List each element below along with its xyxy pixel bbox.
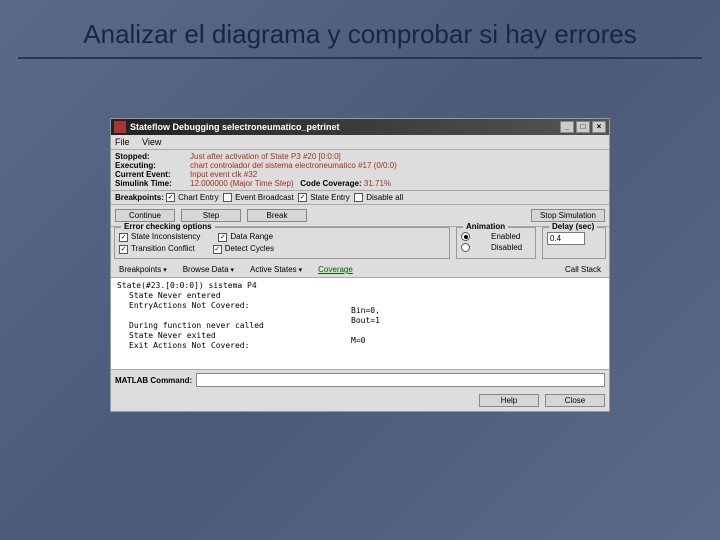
breakpoints-row: Breakpoints: Chart Entry Event Broadcast… bbox=[111, 191, 609, 205]
maximize-button[interactable]: □ bbox=[576, 121, 590, 133]
menu-file[interactable]: File bbox=[115, 137, 130, 147]
state-inconsistency-checkbox[interactable] bbox=[119, 233, 128, 242]
detect-cycles-checkbox[interactable] bbox=[213, 245, 222, 254]
content-bout: Bout=1 bbox=[351, 316, 380, 326]
coverage-content: State(#23.[0:0:0]) sistema P4 State Neve… bbox=[111, 278, 609, 370]
slide-title: Analizar el diagrama y comprobar si hay … bbox=[0, 0, 720, 55]
animation-disabled-radio[interactable] bbox=[461, 243, 470, 252]
simulink-time-value: 12.000000 (Major Time Step) bbox=[190, 179, 294, 188]
simulink-time-row: 12.000000 (Major Time Step) Code Coverag… bbox=[190, 179, 605, 188]
tab-call-stack[interactable]: Call Stack bbox=[561, 264, 605, 275]
stopped-value: Just after activation of State P3 #20 [0… bbox=[190, 152, 605, 161]
simulink-time-label: Simulink Time: bbox=[115, 179, 190, 188]
current-event-value: Input event clk #32 bbox=[190, 170, 605, 179]
content-m: M=0 bbox=[351, 336, 380, 346]
menu-view[interactable]: View bbox=[142, 137, 161, 147]
content-bin: Bin=0, bbox=[351, 306, 380, 316]
matlab-command-input[interactable] bbox=[196, 373, 605, 387]
disable-all-label: Disable all bbox=[366, 193, 403, 202]
menubar: File View bbox=[111, 135, 609, 150]
matlab-command-row: MATLAB Command: bbox=[111, 370, 609, 390]
error-checking-legend: Error checking options bbox=[121, 222, 215, 231]
title-underline bbox=[18, 57, 702, 59]
error-checking-groupbox: Error checking options State Inconsisten… bbox=[114, 227, 450, 259]
step-button[interactable]: Step bbox=[181, 209, 241, 222]
breakpoints-label: Breakpoints: bbox=[115, 193, 164, 202]
content-right-column: Bin=0, Bout=1 M=0 bbox=[351, 306, 380, 346]
executing-value: chart controlador del sistema electroneu… bbox=[190, 161, 605, 170]
close-window-button[interactable]: × bbox=[592, 121, 606, 133]
content-line1: State(#23.[0:0:0]) sistema P4 bbox=[117, 281, 603, 291]
state-entry-checkbox[interactable] bbox=[298, 193, 307, 202]
app-icon bbox=[114, 121, 126, 133]
stopped-label: Stopped: bbox=[115, 152, 190, 161]
animation-groupbox: Animation Enabled Disabled bbox=[456, 227, 536, 259]
tab-row: Breakpoints Browse Data Active States Co… bbox=[111, 262, 609, 278]
event-broadcast-checkbox[interactable] bbox=[223, 193, 232, 202]
event-broadcast-label: Event Broadcast bbox=[235, 193, 294, 202]
transition-conflict-label: Transition Conflict bbox=[131, 244, 195, 253]
code-coverage-label: Code Coverage: bbox=[300, 179, 361, 188]
close-button[interactable]: Close bbox=[545, 394, 605, 407]
help-button[interactable]: Help bbox=[479, 394, 539, 407]
state-entry-label: State Entry bbox=[310, 193, 350, 202]
options-row: Error checking options State Inconsisten… bbox=[111, 227, 609, 262]
delay-legend: Delay (sec) bbox=[549, 222, 597, 231]
animation-enabled-label: Enabled bbox=[491, 232, 520, 241]
data-range-checkbox[interactable] bbox=[218, 233, 227, 242]
executing-label: Executing: bbox=[115, 161, 190, 170]
disable-all-checkbox[interactable] bbox=[354, 193, 363, 202]
content-line2: State Never entered bbox=[117, 291, 603, 301]
continue-button[interactable]: Continue bbox=[115, 209, 175, 222]
status-panel: Stopped: Just after activation of State … bbox=[111, 150, 609, 191]
window-title: Stateflow Debugging selectroneumatico_pe… bbox=[130, 122, 340, 132]
delay-groupbox: Delay (sec) bbox=[542, 227, 606, 259]
break-button[interactable]: Break bbox=[247, 209, 307, 222]
animation-disabled-label: Disabled bbox=[491, 243, 522, 252]
delay-input[interactable] bbox=[547, 232, 585, 245]
matlab-command-label: MATLAB Command: bbox=[115, 376, 192, 385]
tab-breakpoints[interactable]: Breakpoints bbox=[115, 264, 171, 275]
tab-coverage[interactable]: Coverage bbox=[314, 264, 357, 275]
tab-browse-data[interactable]: Browse Data bbox=[179, 264, 238, 275]
animation-enabled-radio[interactable] bbox=[461, 232, 470, 241]
transition-conflict-checkbox[interactable] bbox=[119, 245, 128, 254]
data-range-label: Data Range bbox=[230, 232, 273, 241]
chart-entry-label: Chart Entry bbox=[178, 193, 218, 202]
tab-active-states[interactable]: Active States bbox=[246, 264, 306, 275]
chart-entry-checkbox[interactable] bbox=[166, 193, 175, 202]
minimize-button[interactable]: _ bbox=[560, 121, 574, 133]
footer-button-row: Help Close bbox=[111, 390, 609, 411]
stop-simulation-button[interactable]: Stop Simulation bbox=[531, 209, 605, 222]
detect-cycles-label: Detect Cycles bbox=[225, 244, 274, 253]
code-coverage-value: 31.71% bbox=[364, 179, 391, 188]
titlebar: Stateflow Debugging selectroneumatico_pe… bbox=[111, 119, 609, 135]
stateflow-debugging-window: Stateflow Debugging selectroneumatico_pe… bbox=[110, 118, 610, 412]
current-event-label: Current Event: bbox=[115, 170, 190, 179]
animation-legend: Animation bbox=[463, 222, 508, 231]
state-inconsistency-label: State Inconsistency bbox=[131, 232, 200, 241]
